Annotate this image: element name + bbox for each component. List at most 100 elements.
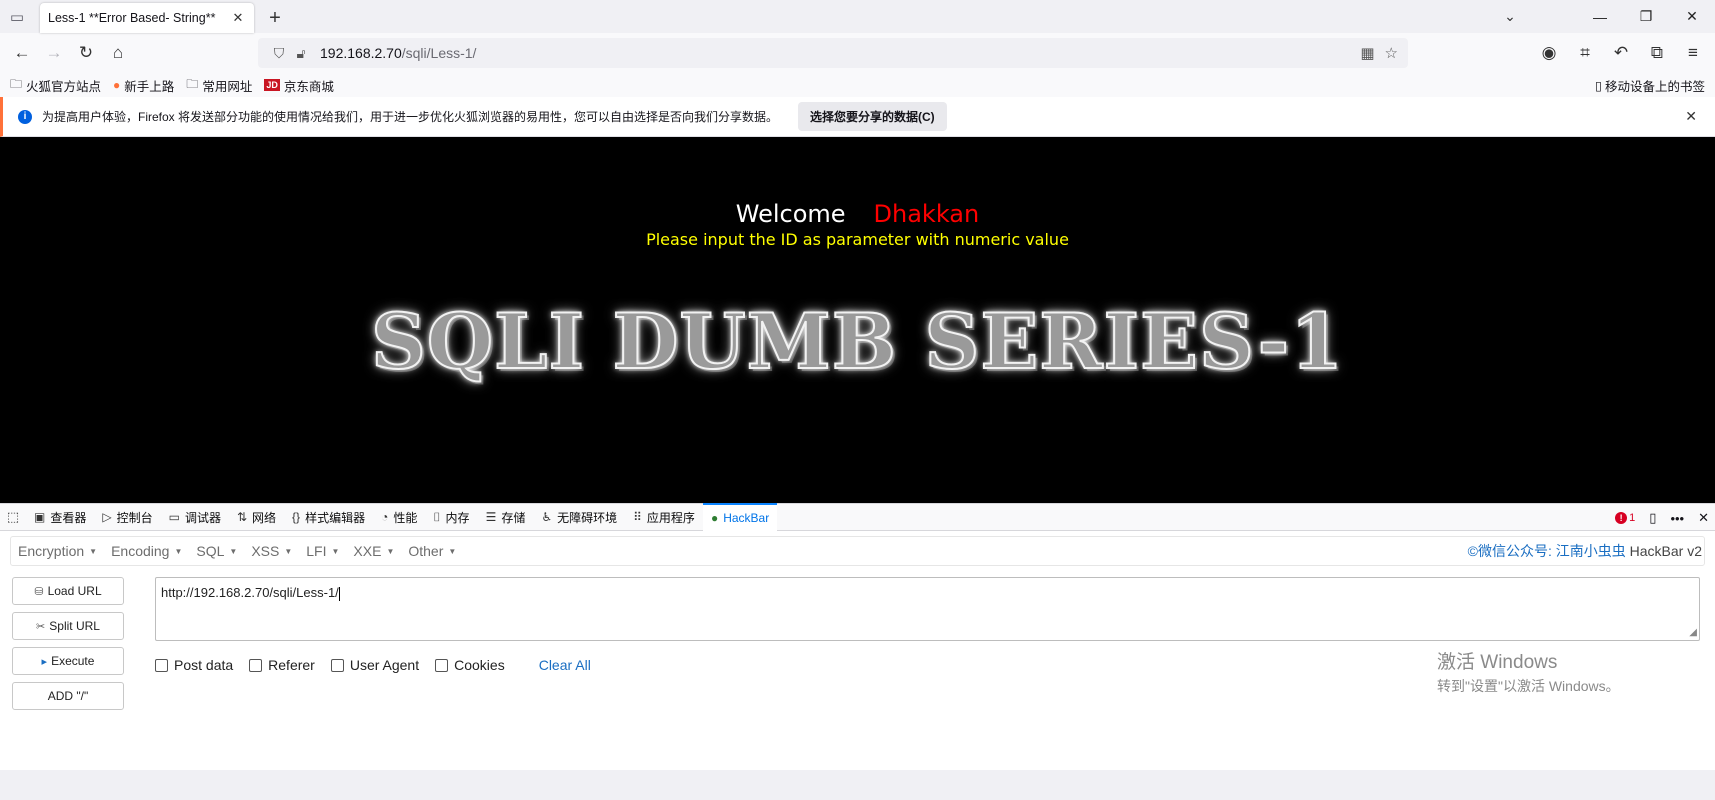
menu-lfi[interactable]: LFI ▼ — [299, 543, 346, 559]
home-icon[interactable]: ⌂ — [102, 37, 134, 69]
tab-style-editor[interactable]: {} 样式编辑器 — [284, 503, 373, 531]
bookmark-item[interactable]: JD 京东商城 — [264, 76, 334, 95]
resize-grip-icon[interactable]: ◢ — [1689, 627, 1697, 638]
referer-checkbox[interactable]: Referer — [249, 657, 315, 673]
tab-title: Less-1 **Error Based- String** — [48, 11, 216, 25]
option-label: Post data — [174, 657, 234, 673]
option-label: User Agent — [349, 657, 420, 673]
bookmark-item[interactable]: ● 新手上路 — [113, 76, 174, 95]
grid-icon: ⠿ — [633, 510, 642, 524]
window-close-icon[interactable]: ✕ — [1669, 0, 1715, 33]
account-icon[interactable]: ◉ — [1533, 37, 1565, 69]
insecure-lock-icon[interactable]: 🔓︎ — [290, 45, 312, 62]
chevron-down-icon[interactable]: ⌄ — [1493, 0, 1527, 33]
user-agent-checkbox[interactable]: User Agent — [330, 657, 420, 673]
credit-suffix: HackBar v2 — [1625, 543, 1702, 559]
bookmark-label: 京东商城 — [283, 79, 334, 94]
tab-label: 应用程序 — [646, 510, 695, 525]
tab-accessibility[interactable]: ♿︎ 无障碍环境 — [533, 503, 625, 531]
tab-debugger[interactable]: ▭ 调试器 — [161, 503, 229, 531]
checkbox[interactable] — [435, 658, 449, 672]
tab-label: 性能 — [393, 510, 418, 525]
tab-inspector[interactable]: ▣ 查看器 — [26, 503, 94, 531]
restore-icon[interactable]: ❐ — [1623, 0, 1669, 33]
forward-icon[interactable]: → — [38, 37, 70, 69]
menu-xxe[interactable]: XXE ▼ — [346, 543, 401, 559]
button-label: Split URL — [49, 619, 100, 633]
checkbox[interactable] — [330, 658, 344, 672]
bookmark-item[interactable]: 🗀 火狐官方站点 — [10, 75, 101, 96]
load-icon: ⛁ — [34, 585, 44, 598]
dock-icon[interactable]: ▯ — [1649, 510, 1656, 526]
close-icon[interactable]: ✕ — [230, 10, 246, 26]
tab-console[interactable]: ▷ 控制台 — [94, 503, 160, 531]
tab-performance[interactable]: ◔ 性能 — [373, 503, 425, 531]
share-data-button[interactable]: 选择您要分享的数据(C) — [798, 102, 947, 131]
shield-icon[interactable]: ⛉ — [268, 45, 290, 62]
mobile-bookmarks[interactable]: ▯ 移动设备上的书签 — [1595, 76, 1705, 95]
crop-icon[interactable]: ⌗ — [1569, 37, 1601, 69]
minimize-icon[interactable]: — — [1577, 0, 1623, 33]
caret-down-icon: ▼ — [331, 546, 340, 556]
network-icon: ⇅ — [236, 510, 248, 524]
checkbox[interactable] — [249, 658, 263, 672]
execute-button[interactable]: ▸ Execute — [12, 647, 124, 675]
qr-code-icon[interactable]: ▦ — [1360, 44, 1374, 62]
bookmark-label: 火狐官方站点 — [26, 79, 102, 94]
split-url-button[interactable]: ✂ Split URL — [12, 612, 124, 640]
tab-network[interactable]: ⇅ 网络 — [229, 503, 284, 531]
menu-other[interactable]: Other ▼ — [401, 543, 463, 559]
undo-icon[interactable]: ↶ — [1605, 37, 1637, 69]
menu-sql[interactable]: SQL ▼ — [189, 543, 244, 559]
checkbox[interactable] — [155, 658, 168, 672]
new-tab-icon[interactable]: + — [260, 3, 290, 33]
post-data-checkbox[interactable]: Post data — [155, 657, 233, 673]
devtools-toolbar: ⬚ ▣ 查看器 ▷ 控制台 ▭ 调试器 ⇅ 网络 {} 样式编辑器 ◔ 性能 ⌷ 内存 ☰ 存储… — [0, 503, 1715, 531]
jd-icon: JD — [264, 79, 280, 91]
more-options-icon[interactable]: ••• — [1670, 511, 1684, 526]
browser-tab[interactable]: Less-1 **Error Based- String** ✕ — [40, 3, 254, 33]
menu-encryption[interactable]: Encryption ▼ — [11, 543, 104, 559]
caret-down-icon: ▼ — [284, 546, 293, 556]
tab-hackbar[interactable]: ● HackBar — [702, 503, 778, 531]
tab-storage[interactable]: ☰ 存储 — [478, 503, 534, 531]
add-slash-button[interactable]: ADD "/" — [12, 682, 124, 710]
tab-label: 存储 — [501, 510, 526, 525]
url-textarea[interactable]: http://192.168.2.70/sqli/Less-1/ ◢ — [155, 577, 1700, 641]
info-icon: i — [18, 109, 32, 124]
extensions-icon[interactable]: ⧉ — [1641, 37, 1673, 69]
inspector-icon: ▣ — [34, 510, 46, 524]
cookies-checkbox[interactable]: Cookies — [435, 657, 505, 673]
option-label: Referer — [268, 657, 315, 673]
accessibility-icon: ♿︎ — [541, 510, 553, 524]
welcome-heading: Welcome Dhakkan — [0, 200, 1715, 228]
credit-link[interactable]: 江南小虫虫 — [1556, 543, 1626, 559]
gauge-icon: ◔ — [381, 510, 389, 524]
tab-list-icon[interactable]: ▭ — [0, 0, 34, 33]
menu-xss[interactable]: XSS ▼ — [244, 543, 299, 559]
back-icon[interactable]: ← — [6, 37, 38, 69]
menu-label: Encoding — [111, 543, 170, 559]
clear-all-link[interactable]: Clear All — [539, 657, 591, 673]
error-badge[interactable]: ! 1 — [1615, 512, 1635, 524]
tab-memory[interactable]: ⌷ 内存 — [425, 503, 477, 531]
hackbar-options: Post data Referer User Agent Cookies Cle… — [155, 657, 591, 673]
tab-label: 调试器 — [184, 510, 221, 525]
close-devtools-icon[interactable]: ✕ — [1698, 510, 1709, 526]
menu-label: Encryption — [18, 543, 85, 559]
storage-icon: ☰ — [485, 510, 497, 524]
url-text[interactable]: 192.168.2.70/sqli/Less-1/ — [320, 45, 1360, 61]
bookmark-item[interactable]: 🗀 常用网址 — [186, 75, 252, 96]
bookmark-star-icon[interactable]: ☆ — [1385, 44, 1398, 62]
menu-icon[interactable]: ≡ — [1677, 37, 1709, 69]
url-bar[interactable]: ⛉ 🔓︎ 192.168.2.70/sqli/Less-1/ ▦ ☆ — [258, 38, 1408, 68]
caret-down-icon: ▼ — [229, 546, 238, 556]
tab-application[interactable]: ⠿ 应用程序 — [625, 503, 703, 531]
reload-icon[interactable]: ↻ — [70, 37, 102, 69]
mobile-device-icon: ▯ — [1595, 78, 1602, 93]
close-icon[interactable]: ✕ — [1685, 108, 1697, 125]
menu-encoding[interactable]: Encoding ▼ — [104, 543, 189, 559]
element-picker-icon[interactable]: ⬚ — [0, 509, 26, 525]
telemetry-notification: i 为提高用户体验，Firefox 将发送部分功能的使用情况给我们，用于进一步优… — [0, 97, 1715, 137]
load-url-button[interactable]: ⛁ Load URL — [12, 577, 124, 605]
